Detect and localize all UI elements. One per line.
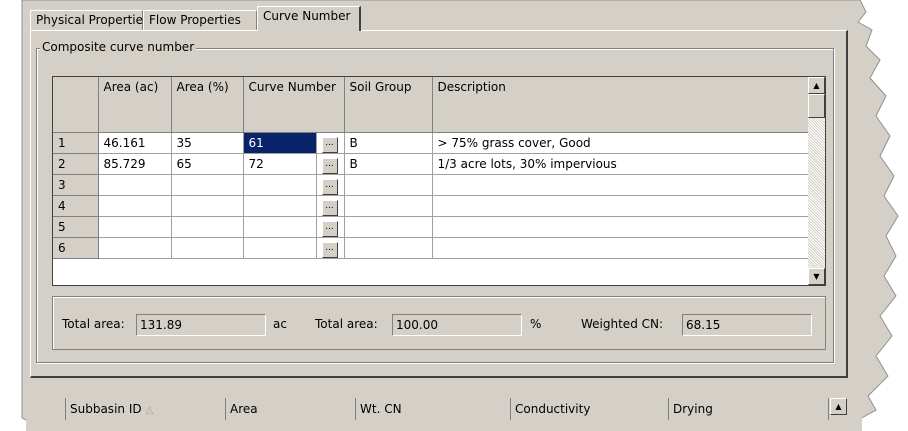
description-cell[interactable]: 1/3 acre lots, 30% impervious (432, 153, 810, 175)
browse-cell: ... (316, 132, 345, 154)
area-pct-cell[interactable] (171, 174, 244, 196)
column-header-drying[interactable]: Drying (669, 398, 829, 420)
soil-group-cell[interactable]: B (344, 132, 433, 154)
column-header-curve-number[interactable]: Curve Number (243, 77, 345, 133)
browse-button[interactable]: ... (321, 241, 338, 258)
curve-number-table: Area (ac) Area (%) Curve Number Soil Gro… (53, 77, 810, 259)
description-cell[interactable]: > 75% grass cover, Good (432, 132, 810, 154)
table-row[interactable]: 3 ... (53, 174, 810, 196)
scroll-down-arrow-icon[interactable]: ▼ (808, 268, 825, 285)
row-number-header (53, 77, 99, 133)
tab-curve-number[interactable]: Curve Number (257, 6, 361, 31)
curve-number-cell[interactable]: 72 (243, 153, 317, 175)
curve-number-cell[interactable] (243, 195, 317, 217)
area-ac-cell[interactable]: 85.729 (98, 153, 172, 175)
curve-number-cell[interactable] (243, 174, 317, 196)
description-cell[interactable] (432, 237, 810, 259)
tab-physical-properties[interactable]: Physical Properties (30, 10, 149, 30)
scroll-up-arrow-icon[interactable]: ▲ (808, 77, 825, 94)
soil-group-cell[interactable] (344, 216, 433, 238)
total-area-pct-unit: % (530, 317, 542, 331)
row-number[interactable]: 5 (53, 216, 99, 238)
soil-group-cell[interactable]: B (344, 153, 433, 175)
area-ac-cell[interactable] (98, 237, 172, 259)
soil-group-cell[interactable] (344, 237, 433, 259)
row-number[interactable]: 3 (53, 174, 99, 196)
table-header-row: Area (ac) Area (%) Curve Number Soil Gro… (53, 77, 810, 133)
total-area-field: 131.89 (136, 314, 266, 336)
curve-number-cell[interactable] (243, 216, 317, 238)
table-row[interactable]: 1 46.161 35 61 ... B > 75% grass cover, … (53, 132, 810, 154)
column-header-wt-cn[interactable]: Wt. CN (356, 398, 511, 420)
description-cell[interactable] (432, 216, 810, 238)
area-pct-cell[interactable] (171, 195, 244, 217)
table-row[interactable]: 2 85.729 65 72 ... B 1/3 acre lots, 30% … (53, 153, 810, 175)
scroll-up-arrow-icon[interactable]: ▲ (830, 398, 847, 415)
table-row[interactable]: 5 ... (53, 216, 810, 238)
soil-group-cell[interactable] (344, 174, 433, 196)
total-area-unit: ac (273, 317, 287, 331)
column-header-description[interactable]: Description (432, 77, 810, 133)
browse-button[interactable]: ... (321, 220, 338, 237)
area-pct-cell[interactable] (171, 216, 244, 238)
total-area-pct-field: 100.00 (392, 314, 522, 336)
area-pct-cell[interactable]: 65 (171, 153, 244, 175)
area-ac-cell[interactable]: 46.161 (98, 132, 172, 154)
area-ac-cell[interactable] (98, 195, 172, 217)
curve-number-cell[interactable] (243, 237, 317, 259)
subbasin-id-label: Subbasin ID (70, 402, 142, 416)
column-header-area-ac[interactable]: Area (ac) (98, 77, 172, 133)
area-pct-cell[interactable] (171, 237, 244, 259)
browse-button[interactable]: ... (321, 136, 338, 153)
column-header-area[interactable]: Area (226, 398, 356, 420)
area-ac-cell[interactable] (98, 174, 172, 196)
tab-flow-properties[interactable]: Flow Properties (143, 10, 257, 30)
column-header-area-pct[interactable]: Area (%) (171, 77, 244, 133)
area-pct-cell[interactable]: 35 (171, 132, 244, 154)
column-header-soil-group[interactable]: Soil Group (344, 77, 433, 133)
browse-cell: ... (316, 216, 345, 238)
description-cell[interactable] (432, 195, 810, 217)
soil-group-cell[interactable] (344, 195, 433, 217)
sort-ascending-icon: △ (145, 405, 154, 416)
group-title: Composite curve number (40, 40, 197, 54)
table-row[interactable]: 6 ... (53, 237, 810, 259)
total-area-label: Total area: (62, 317, 125, 331)
browse-cell: ... (316, 174, 345, 196)
row-selector-header (26, 398, 66, 420)
curve-number-grid[interactable]: Area (ac) Area (%) Curve Number Soil Gro… (52, 76, 826, 286)
table-row[interactable]: 4 ... (53, 195, 810, 217)
weighted-cn-field: 68.15 (682, 314, 812, 336)
column-header-conductivity[interactable]: Conductivity (511, 398, 669, 420)
browse-cell: ... (316, 195, 345, 217)
browse-button[interactable]: ... (321, 199, 338, 216)
curve-number-cell[interactable]: 61 (243, 132, 317, 154)
browse-button[interactable]: ... (321, 157, 338, 174)
description-cell[interactable] (432, 174, 810, 196)
area-ac-cell[interactable] (98, 216, 172, 238)
browse-button[interactable]: ... (321, 178, 338, 195)
weighted-cn-label: Weighted CN: (581, 317, 664, 331)
row-number[interactable]: 2 (53, 153, 99, 175)
browse-cell: ... (316, 153, 345, 175)
row-number[interactable]: 1 (53, 132, 99, 154)
scroll-thumb[interactable] (808, 94, 825, 118)
browse-cell: ... (316, 237, 345, 259)
subbasin-grid[interactable]: Subbasin ID △ Area Wt. CN Conductivity Dr… (26, 394, 862, 431)
row-number[interactable]: 4 (53, 195, 99, 217)
row-number[interactable]: 6 (53, 237, 99, 259)
vertical-scrollbar[interactable]: ▲ ▼ (808, 77, 825, 285)
column-header-subbasin-id[interactable]: Subbasin ID △ (66, 398, 226, 420)
total-area-pct-label: Total area: (315, 317, 378, 331)
